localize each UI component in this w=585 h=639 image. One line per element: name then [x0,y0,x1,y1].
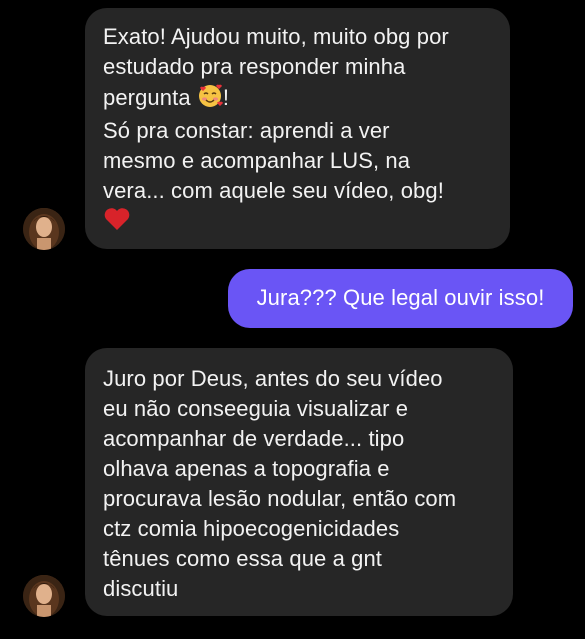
message-line-emoji [103,206,492,240]
profile-photo-icon [23,208,65,250]
message-text: ! [222,84,230,110]
red-heart-icon [103,206,131,240]
message-line: Exato! Ajudou muito, muito obg por [103,24,449,49]
message-text: pergunta [103,84,191,110]
profile-photo-icon [23,575,65,617]
message-line: estudado pra responder minha [103,54,406,79]
smiling-face-with-hearts-icon [197,82,223,116]
message-line: discutiu [103,576,179,601]
outgoing-message-bubble[interactable]: Jura??? Que legal ouvir isso! [228,269,573,328]
message-line: eu não conseeguia visualizar e [103,396,409,421]
message-line: Só pra constar: aprendi a ver [103,118,390,143]
message-line-with-emoji: pergunta ! [103,82,492,116]
message-line: vera... com aquele seu vídeo, obg! [103,178,444,203]
message-line: mesmo e acompanhar LUS, na [103,148,411,173]
message-line: tênues como essa que a gnt [103,546,383,571]
incoming-message-bubble[interactable]: Juro por Deus, antes do seu vídeo eu não… [85,348,513,616]
message-line: procurava lesão nodular, então com [103,486,457,511]
sender-avatar[interactable] [23,575,65,617]
message-line: Juro por Deus, antes do seu vídeo [103,366,443,391]
message-line: acompanhar de verdade... tipo [103,426,405,451]
sender-avatar[interactable] [23,208,65,250]
message-line: Jura??? Que legal ouvir isso! [256,285,545,310]
message-line: olhava apenas a topografia e [103,456,390,481]
incoming-message-bubble[interactable]: Exato! Ajudou muito, muito obg por estud… [85,8,510,249]
message-line: ctz comia hipoecogenicidades [103,516,400,541]
